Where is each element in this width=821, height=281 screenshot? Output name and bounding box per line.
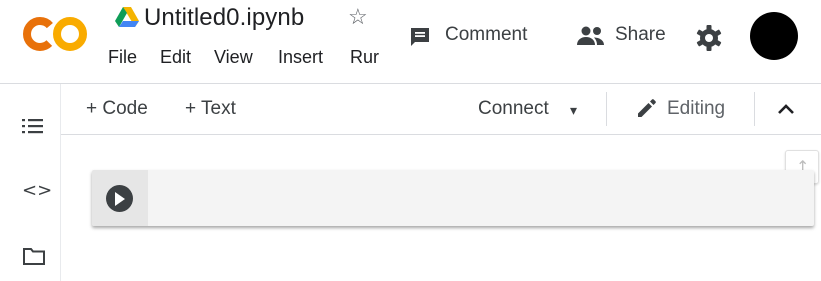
people-icon — [577, 26, 604, 45]
colab-logo-icon[interactable] — [22, 14, 90, 54]
code-snippets-icon[interactable]: <> — [22, 180, 52, 201]
chevron-down-icon[interactable]: ▾ — [570, 102, 577, 119]
drive-icon[interactable] — [115, 6, 139, 28]
pencil-icon — [638, 99, 656, 117]
menu-edit[interactable]: Edit — [160, 47, 191, 68]
editing-mode-label[interactable]: Editing — [667, 98, 725, 120]
add-text-button[interactable]: + Text — [185, 98, 236, 120]
star-icon[interactable]: ☆ — [348, 4, 368, 30]
menu-runtime[interactable]: Rur — [350, 47, 379, 68]
comment-label: Comment — [445, 24, 528, 45]
play-icon — [115, 192, 125, 206]
menu-file[interactable]: File — [108, 47, 137, 68]
connect-button[interactable]: Connect — [478, 98, 549, 120]
comment-icon — [411, 28, 429, 46]
toolbar-divider — [606, 92, 607, 126]
share-button[interactable]: Share — [570, 16, 675, 56]
code-cell[interactable] — [92, 170, 814, 226]
folder-icon[interactable] — [22, 246, 46, 266]
share-label: Share — [615, 24, 666, 45]
comment-button[interactable]: Comment — [400, 16, 550, 56]
table-of-contents-icon[interactable] — [22, 116, 44, 136]
toolbar-divider — [754, 92, 755, 126]
add-code-button[interactable]: + Code — [86, 98, 148, 120]
menu-view[interactable]: View — [214, 47, 253, 68]
avatar[interactable] — [750, 12, 798, 60]
chevron-up-icon[interactable] — [772, 96, 800, 124]
notebook-title[interactable]: Untitled0.ipynb — [144, 4, 304, 32]
menu-insert[interactable]: Insert — [278, 47, 323, 68]
gear-icon[interactable] — [693, 22, 725, 54]
